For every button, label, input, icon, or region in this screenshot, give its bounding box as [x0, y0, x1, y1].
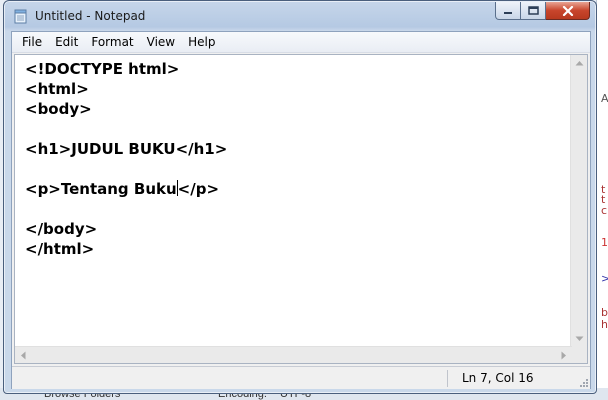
scroll-left-icon [21, 351, 26, 359]
background-text: A [601, 92, 608, 105]
window-title: Untitled - Notepad [35, 9, 146, 23]
status-separator [447, 370, 448, 387]
cursor-position: Ln 7, Col 16 [462, 371, 534, 385]
vertical-scrollbar[interactable] [570, 55, 587, 347]
client-area: File Edit Format View Help <!DOCTYPE htm… [11, 31, 591, 389]
close-icon [562, 5, 573, 16]
editor-line-before-caret: <p>Tentang Buku [25, 180, 177, 198]
background-text: 1 [601, 236, 608, 249]
editor-line-current: <p>Tentang Buku</p> [25, 179, 219, 199]
notepad-window: Untitled - Notepad File Edit Format View… [3, 0, 597, 394]
notepad-app-icon[interactable] [14, 9, 28, 24]
menu-edit[interactable]: Edit [49, 32, 84, 52]
close-button[interactable] [546, 2, 590, 20]
text-editor[interactable]: <!DOCTYPE html> <html> <body> <h1>JUDUL … [14, 54, 588, 364]
background-text: h [601, 318, 608, 331]
menu-help[interactable]: Help [182, 32, 221, 52]
editor-line: <h1>JUDUL BUKU</h1> [25, 140, 228, 158]
maximize-button[interactable] [521, 2, 546, 20]
scroll-left-button[interactable] [15, 347, 31, 363]
menu-bar: File Edit Format View Help [12, 32, 590, 53]
size-grip-icon[interactable] [578, 377, 588, 387]
scrollbar-corner [571, 347, 587, 363]
editor-line: </body> [25, 220, 98, 238]
window-controls [495, 2, 590, 20]
menu-file[interactable]: File [16, 32, 48, 52]
scroll-up-icon [575, 61, 583, 66]
scroll-up-button[interactable] [571, 55, 587, 71]
scroll-down-icon [575, 336, 583, 341]
editor-line: <html> [25, 80, 89, 98]
maximize-icon [527, 6, 539, 15]
minimize-button[interactable] [495, 2, 521, 20]
editor-line-after-caret: </p> [177, 180, 220, 198]
editor-line: <!DOCTYPE html> [25, 60, 180, 78]
menu-view[interactable]: View [141, 32, 181, 52]
scroll-right-button[interactable] [556, 347, 572, 363]
menu-format[interactable]: Format [85, 32, 139, 52]
scroll-down-button[interactable] [571, 331, 587, 347]
editor-line: </html> [25, 240, 95, 258]
status-bar: Ln 7, Col 16 [12, 366, 590, 389]
horizontal-scrollbar[interactable] [15, 346, 572, 363]
background-text: > [601, 272, 608, 285]
text-area[interactable]: <!DOCTYPE html> <html> <body> <h1>JUDUL … [15, 55, 572, 347]
minimize-icon [504, 11, 512, 14]
title-bar[interactable]: Untitled - Notepad [4, 1, 596, 31]
scroll-right-icon [561, 351, 566, 359]
editor-line: <body> [25, 100, 92, 118]
desktop: A t t c 1 > b h Browse Folders Encoding:… [0, 0, 608, 400]
background-text: c [601, 204, 608, 217]
